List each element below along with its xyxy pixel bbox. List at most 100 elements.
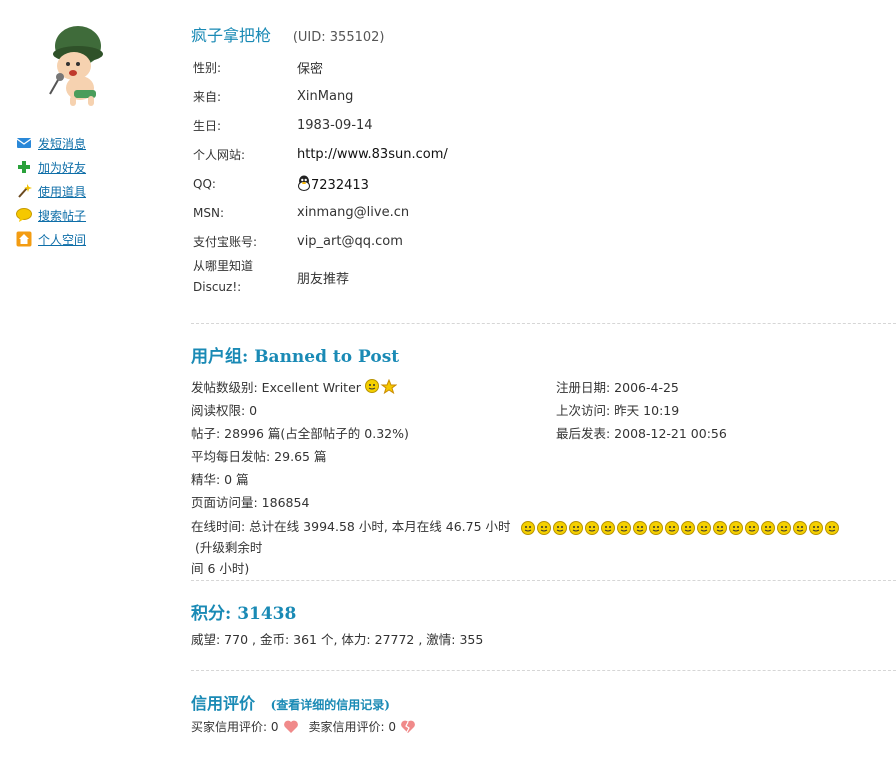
personal-space-link[interactable]: 个人空间	[38, 231, 86, 248]
credit-history-link[interactable]: (查看详细的信用记录)	[271, 698, 390, 712]
field-label: 来自:	[193, 90, 222, 104]
last-visit: 上次访问: 昨天 10:19	[556, 403, 680, 418]
credit-title-text: 信用评价	[191, 694, 256, 713]
smiley-face-icon	[760, 520, 775, 535]
field-value: XinMang	[297, 89, 354, 104]
online-time: 在线时间: 总计在线 3994.58 小时, 本月在线 46.75 小时 (升级…	[191, 516, 896, 579]
smiley-face-icon	[744, 520, 759, 535]
add-friend-link[interactable]: 加为好友	[38, 159, 86, 176]
section-divider	[191, 323, 896, 324]
smiley-face-icon	[584, 520, 599, 535]
field-label: 个人网站:	[193, 148, 246, 162]
stats-right-column: 注册日期: 2006-4-25 上次访问: 昨天 10:19 最后发表: 200…	[556, 375, 727, 444]
smiley-face-icon	[728, 520, 743, 535]
envelope-icon	[16, 135, 32, 151]
sidebar: 发短消息 加为好友 使用道具 搜索帖子 个人空间	[0, 0, 175, 768]
smiley-face-icon	[808, 520, 823, 535]
field-value: vip_art@qq.com	[297, 234, 403, 249]
field-qq: QQ: 7232413	[193, 169, 448, 198]
avatar[interactable]	[44, 24, 110, 108]
qq-value[interactable]: 7232413	[297, 175, 369, 193]
speech-bubble-icon	[16, 207, 32, 223]
points-title: 积分: 31438	[191, 604, 297, 624]
credit-ratings: 买家信用评价: 0 卖家信用评价: 0	[191, 718, 426, 735]
send-message-link[interactable]: 发短消息	[38, 135, 86, 152]
page-views: 页面访问量: 186854	[191, 495, 310, 510]
level-rank-icon	[364, 378, 397, 394]
field-birthday: 生日: 1983-09-14	[193, 111, 448, 140]
smiley-face-icon	[824, 520, 839, 535]
menu-send-message[interactable]: 发短消息	[16, 131, 86, 155]
field-value: 1983-09-14	[297, 118, 373, 133]
soldier-avatar-icon	[49, 26, 103, 106]
online-time-text: 在线时间: 总计在线 3994.58 小时, 本月在线 46.75 小时	[191, 519, 511, 534]
field-label: 从哪里知道 Discuz!:	[193, 256, 297, 298]
last-post: 最后发表: 2008-12-21 00:56	[556, 426, 727, 441]
qq-penguin-icon	[298, 175, 310, 191]
avg-daily-posts: 平均每日发帖: 29.65 篇	[191, 449, 327, 464]
smiley-face-icon	[552, 520, 567, 535]
wand-icon	[16, 183, 32, 199]
smiley-face-icon	[568, 520, 583, 535]
field-msn: MSN: xinmang@live.cn	[193, 198, 448, 227]
qq-number: 7232413	[311, 177, 369, 193]
username: 疯子拿把枪	[191, 26, 272, 45]
online-level-faces	[520, 520, 841, 535]
menu-add-friend[interactable]: 加为好友	[16, 155, 86, 179]
field-label: QQ:	[193, 176, 216, 191]
stats-left-column: 发帖数级别: Excellent Writer 阅读权限: 0 帖子: 2899…	[191, 375, 409, 513]
smiley-face-icon	[680, 520, 695, 535]
usergroup-title: 用户组: Banned to Post	[191, 347, 400, 367]
plus-icon	[16, 159, 32, 175]
seller-credit: 卖家信用评价: 0	[308, 720, 397, 734]
field-alipay: 支付宝账号: vip_art@qq.com	[193, 227, 448, 256]
field-from: 来自: XinMang	[193, 82, 448, 111]
field-label: 生日:	[193, 119, 222, 133]
register-date: 注册日期: 2006-4-25	[556, 380, 679, 395]
post-level-text: 发帖数级别: Excellent Writer	[191, 380, 361, 395]
buyer-credit: 买家信用评价: 0	[191, 720, 279, 734]
use-item-link[interactable]: 使用道具	[38, 183, 86, 200]
field-value: 保密	[297, 62, 324, 77]
home-icon	[16, 231, 32, 247]
field-label: 支付宝账号:	[193, 235, 258, 249]
field-gender: 性别: 保密	[193, 53, 448, 82]
field-label-line1: 从哪里知道	[193, 259, 254, 273]
smiley-face-icon	[664, 520, 679, 535]
smiley-face-icon	[776, 520, 791, 535]
smiley-face-icon	[616, 520, 631, 535]
smiley-face-icon	[696, 520, 711, 535]
field-label: 性别:	[193, 61, 222, 75]
field-label: MSN:	[193, 205, 224, 220]
smiley-face-icon	[712, 520, 727, 535]
menu-search-posts[interactable]: 搜索帖子	[16, 203, 86, 227]
profile-fields: 性别: 保密 来自: XinMang 生日: 1983-09-14 个人网站: …	[193, 53, 448, 298]
menu-use-item[interactable]: 使用道具	[16, 179, 86, 203]
field-label-line2: Discuz!:	[193, 280, 242, 294]
field-value: 朋友推荐	[297, 271, 350, 287]
section-divider	[191, 670, 896, 671]
username-line: 疯子拿把枪 (UID: 355102)	[191, 22, 385, 46]
website-link[interactable]: http://www.83sun.com/	[297, 147, 448, 162]
menu-personal-space[interactable]: 个人空间	[16, 227, 86, 251]
smiley-face-icon	[648, 520, 663, 535]
heart-icon	[283, 720, 298, 733]
section-divider	[191, 580, 896, 581]
broken-heart-icon	[401, 720, 415, 733]
profile-action-menu: 发短消息 加为好友 使用道具 搜索帖子 个人空间	[16, 131, 86, 251]
field-source: 从哪里知道 Discuz!: 朋友推荐	[193, 256, 448, 298]
points-detail: 威望: 770 , 金币: 361 个, 体力: 27772 , 激情: 355	[191, 632, 484, 647]
post-level: 发帖数级别: Excellent Writer	[191, 375, 409, 398]
field-value: xinmang@live.cn	[297, 205, 410, 220]
digest-count: 精华: 0 篇	[191, 472, 249, 487]
smiley-face-icon	[632, 520, 647, 535]
smiley-face-icon	[600, 520, 615, 535]
credit-title: 信用评价 (查看详细的信用记录)	[191, 690, 390, 714]
field-website: 个人网站: http://www.83sun.com/	[193, 140, 448, 169]
smiley-face-icon	[792, 520, 807, 535]
search-posts-link[interactable]: 搜索帖子	[38, 207, 86, 224]
smiley-face-icon	[536, 520, 551, 535]
post-count: 帖子: 28996 篇(占全部帖子的 0.32%)	[191, 426, 409, 441]
upgrade-text: (升级剩余时	[195, 540, 263, 555]
smiley-face-icon	[520, 520, 535, 535]
